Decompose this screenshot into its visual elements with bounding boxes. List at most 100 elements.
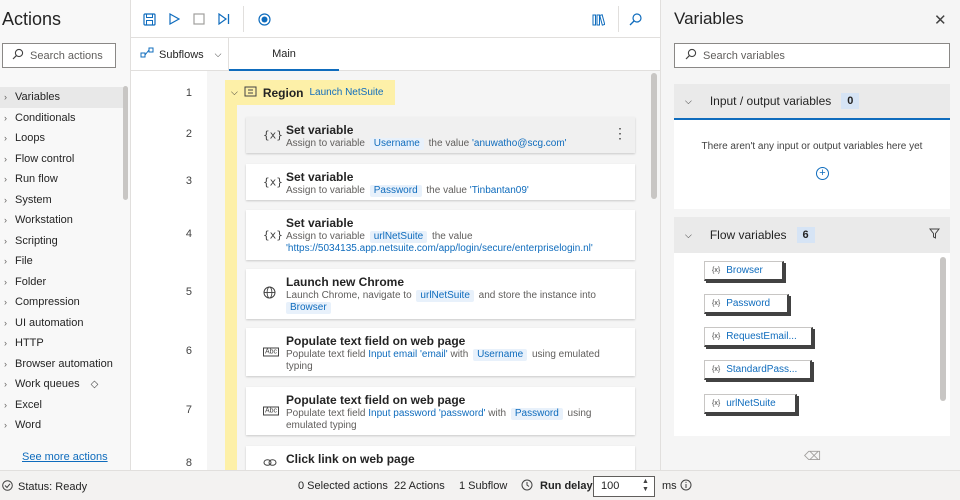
run-next-action-icon[interactable] — [215, 10, 233, 28]
status-ready: Status: Ready — [2, 480, 87, 494]
region-header[interactable]: ⌵ Region Launch NetSuite — [225, 80, 395, 105]
run-icon[interactable] — [165, 10, 183, 28]
flow-variables-header[interactable]: ⌵ Flow variables 6 — [674, 217, 950, 253]
see-more-actions-link[interactable]: See more actions — [22, 451, 108, 463]
action-description: Launch Chrome, navigate to urlNetSuite a… — [286, 290, 596, 314]
category-loops[interactable]: › Loops — [0, 128, 124, 149]
subflows-dropdown[interactable]: Subflows ⌵ — [131, 38, 229, 71]
flow-variables-title: Flow variables — [709, 228, 787, 242]
action-description: Populate text field Input password 'pass… — [286, 408, 592, 431]
action-description: Assign to variable Password the value 'T… — [286, 185, 529, 197]
link-icon — [263, 458, 277, 471]
flow-variable-item[interactable]: {x} urlNetSuite — [704, 394, 797, 414]
action-set-variable-password[interactable]: {x} Set variable Assign to variable Pass… — [246, 164, 635, 200]
variables-title: Variables — [674, 9, 744, 28]
action-description: Populate text field Input email 'email' … — [286, 349, 600, 372]
info-icon[interactable] — [680, 479, 692, 494]
chevron-right-icon: › — [4, 112, 7, 123]
category-run-flow[interactable]: › Run flow — [0, 169, 124, 190]
io-empty-message: There aren't any input or output variabl… — [701, 141, 923, 152]
category-word[interactable]: › Word — [0, 415, 124, 436]
category-scripting[interactable]: › Scripting — [0, 231, 124, 252]
search-actions-placeholder: Search actions — [30, 49, 103, 62]
spinner-icon[interactable]: ▲ ▼ — [642, 478, 649, 494]
category-system[interactable]: › System — [0, 190, 124, 211]
save-icon[interactable] — [140, 10, 158, 28]
flow-variable-item[interactable]: {x} StandardPass... — [704, 360, 812, 380]
category-folder[interactable]: › Folder — [0, 272, 124, 293]
toolbar-divider — [618, 6, 619, 32]
close-icon[interactable]: ✕ — [934, 11, 947, 29]
category-conditionals[interactable]: › Conditionals — [0, 108, 124, 129]
stop-icon[interactable] — [190, 10, 208, 28]
editor-scrollbar[interactable] — [651, 73, 657, 199]
chevron-right-icon: › — [4, 174, 7, 185]
subflows-label: Subflows — [159, 48, 204, 61]
chevron-down-icon[interactable]: ⌵ — [231, 87, 238, 98]
subflow-tab-bar: Subflows ⌵ Main — [131, 38, 660, 71]
category-excel[interactable]: › Excel — [0, 395, 124, 416]
category-file[interactable]: › File — [0, 251, 124, 272]
action-click-link[interactable]: Click link on web page — [246, 446, 635, 470]
search-variables-input[interactable]: Search variables — [674, 43, 950, 68]
run-delay-label: Run delay — [540, 480, 593, 492]
action-populate-email[interactable]: Abc Populate text field on web page Popu… — [246, 328, 635, 376]
variable-chip[interactable]: urlNetSuite — [369, 231, 428, 243]
selected-actions-count: 0 Selected actions — [298, 480, 388, 492]
category-http[interactable]: › HTTP — [0, 333, 124, 354]
io-variables-header[interactable]: ⌵ Input / output variables 0 — [674, 84, 950, 120]
category-browser-automation[interactable]: › Browser automation — [0, 354, 124, 375]
variables-scrollbar[interactable] — [940, 257, 946, 401]
line-number: 1 — [185, 87, 192, 99]
variable-chip[interactable]: Username — [473, 349, 528, 361]
flow-variable-item[interactable]: {x} Browser — [704, 261, 784, 281]
chevron-right-icon: › — [4, 338, 7, 349]
category-workstation[interactable]: › Workstation — [0, 210, 124, 231]
more-options-icon[interactable]: ⋮ — [613, 125, 627, 142]
tab-main[interactable]: Main — [229, 38, 339, 71]
category-work-queues[interactable]: › Work queues ◇ — [0, 374, 124, 395]
globe-icon — [263, 286, 276, 302]
action-set-variable-url[interactable]: {x} Set variable Assign to variable urlN… — [246, 210, 635, 260]
line-number: 4 — [185, 228, 192, 240]
actions-count: 22 Actions — [394, 480, 445, 492]
io-variables-title: Input / output variables — [709, 94, 832, 108]
line-number: 8 — [185, 457, 192, 469]
clock-icon — [521, 479, 533, 494]
chevron-right-icon: › — [4, 297, 7, 308]
filter-icon[interactable] — [928, 228, 941, 242]
search-icon — [12, 48, 24, 63]
chevron-down-icon[interactable]: ⌵ — [685, 230, 692, 241]
chevron-right-icon: › — [4, 235, 7, 246]
designer-toolbar — [131, 0, 660, 38]
chevron-right-icon: › — [4, 215, 7, 226]
chevron-down-icon: ⌵ — [214, 49, 222, 59]
actions-scrollbar[interactable] — [123, 86, 128, 200]
variable-chip[interactable]: urlNetSuite — [416, 290, 474, 302]
category-ui-automation[interactable]: › UI automation — [0, 313, 124, 334]
search-icon[interactable] — [626, 10, 644, 28]
add-icon[interactable]: + — [816, 167, 829, 180]
variable-icon: {x} — [712, 400, 721, 407]
variable-chip[interactable]: Password — [510, 408, 563, 420]
flow-variable-item[interactable]: {x} Password — [704, 294, 789, 314]
chevron-right-icon: › — [4, 276, 7, 287]
variable-icon: {x} — [263, 228, 283, 242]
variable-chip[interactable]: Username — [369, 138, 424, 150]
record-icon[interactable] — [255, 10, 273, 28]
eraser-icon[interactable]: ⌫ — [804, 449, 821, 463]
subflow-count: 1 Subflow — [459, 480, 508, 492]
variable-chip[interactable]: Password — [369, 185, 422, 197]
chevron-down-icon[interactable]: ⌵ — [685, 96, 692, 107]
action-populate-password[interactable]: Abc Populate text field on web page Popu… — [246, 387, 635, 435]
chevron-right-icon: › — [4, 420, 7, 431]
action-set-variable-username[interactable]: {x} Set variable Assign to variable User… — [246, 117, 635, 153]
category-compression[interactable]: › Compression — [0, 292, 124, 313]
ui-elements-icon[interactable] — [589, 10, 607, 28]
category-variables[interactable]: › Variables — [0, 87, 124, 108]
category-flow-control[interactable]: › Flow control — [0, 149, 124, 170]
variable-chip[interactable]: Browser — [286, 302, 331, 314]
flow-variable-item[interactable]: {x} RequestEmail... — [704, 327, 813, 347]
search-actions-input[interactable]: Search actions — [2, 43, 116, 68]
action-launch-chrome[interactable]: Launch new Chrome Launch Chrome, navigat… — [246, 269, 635, 319]
